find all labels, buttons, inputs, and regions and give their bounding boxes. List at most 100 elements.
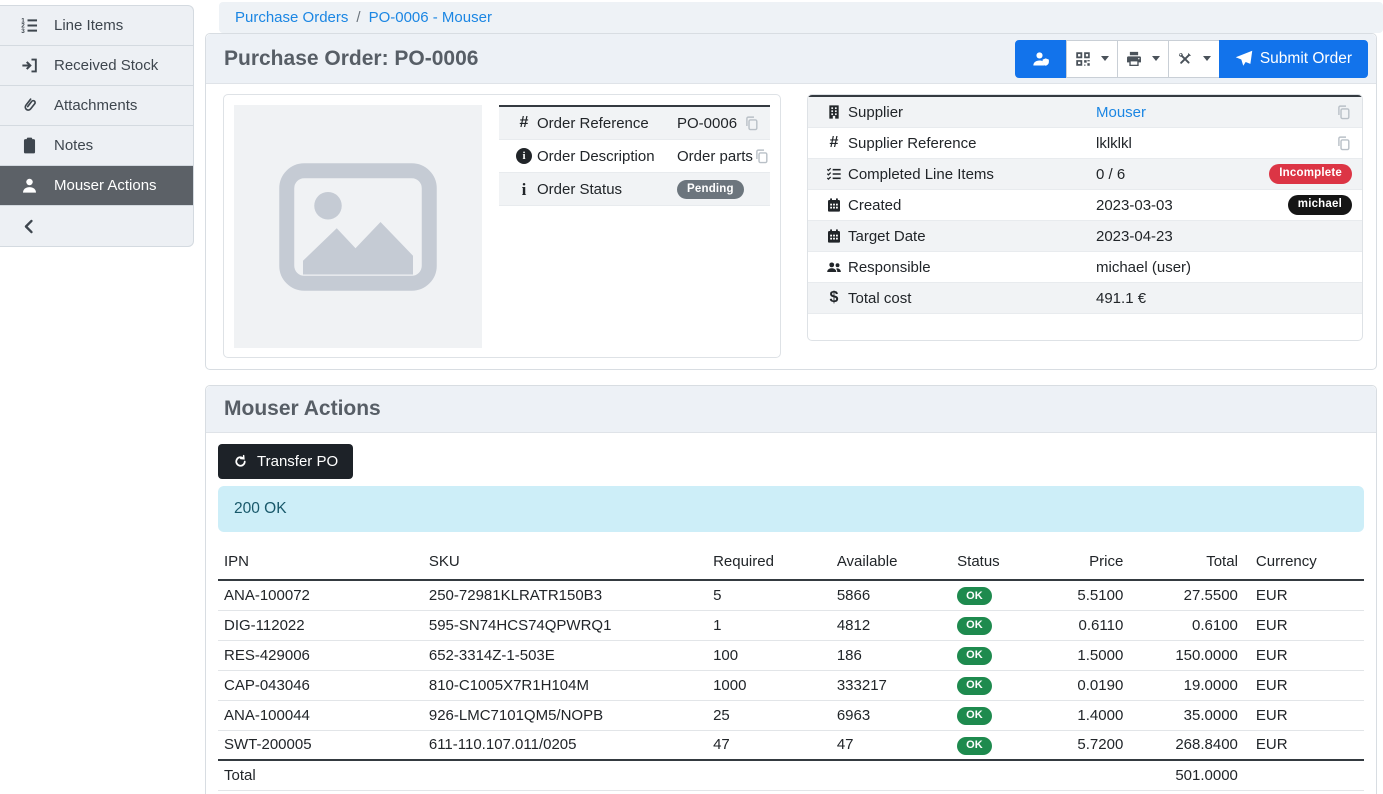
sidebar-item-received-stock[interactable]: Received Stock bbox=[0, 46, 193, 86]
order-toolbar: Submit Order bbox=[1015, 40, 1368, 78]
copy-icon[interactable] bbox=[743, 115, 760, 132]
footer-empty-cell bbox=[1238, 760, 1364, 790]
chevron-left-icon bbox=[19, 216, 39, 236]
page: 123Line ItemsReceived StockAttachmentsNo… bbox=[0, 0, 1383, 794]
detail-value: 0 / 6 bbox=[1096, 166, 1269, 183]
barcode-actions-button[interactable] bbox=[1066, 40, 1118, 78]
mouser-actions-panel: Mouser Actions Transfer PO 200 OK IPNSKU… bbox=[205, 385, 1377, 794]
paperclip-icon bbox=[19, 96, 39, 116]
table-row: CAP-043046810-C1005X7R1H104M1000333217OK… bbox=[218, 670, 1364, 700]
paper-plane-icon bbox=[1235, 50, 1253, 68]
cell-total: 19.0000 bbox=[1123, 670, 1238, 700]
mouser-actions-body: Transfer PO 200 OK IPNSKURequiredAvailab… bbox=[206, 433, 1376, 791]
cell-sku: 810-C1005X7R1H104M bbox=[429, 670, 713, 700]
column-header-available: Available bbox=[837, 550, 957, 580]
detail-row: Created2023-03-03michael bbox=[808, 190, 1362, 221]
calendar-icon bbox=[820, 197, 848, 213]
cell-required: 1 bbox=[713, 610, 837, 640]
cell-price: 0.6110 bbox=[1049, 610, 1123, 640]
detail-value: PO-0006 bbox=[677, 115, 743, 132]
table-row: DIG-112022595-SN74HCS74QPWRQ114812OK0.61… bbox=[218, 610, 1364, 640]
detail-row-extra bbox=[1335, 104, 1352, 121]
detail-value-link[interactable]: Mouser bbox=[1096, 104, 1335, 121]
order-summary-card: #Order ReferencePO-0006iOrder Descriptio… bbox=[223, 94, 781, 358]
column-header-total: Total bbox=[1123, 550, 1238, 580]
status-badge: OK bbox=[957, 737, 992, 755]
status-badge: OK bbox=[957, 647, 992, 665]
cell-sku: 595-SN74HCS74QPWRQ1 bbox=[429, 610, 713, 640]
clipboard-icon bbox=[19, 136, 39, 156]
caret-down-icon bbox=[1152, 56, 1160, 61]
detail-label: Responsible bbox=[848, 259, 1096, 276]
cell-required: 25 bbox=[713, 700, 837, 730]
detail-row: Target Date2023-04-23 bbox=[808, 221, 1362, 252]
cell-price: 1.4000 bbox=[1049, 700, 1123, 730]
table-row: RES-429006652-3314Z-1-503E100186OK1.5000… bbox=[218, 640, 1364, 670]
copy-icon[interactable] bbox=[1335, 104, 1352, 121]
cell-status: OK bbox=[957, 700, 1049, 730]
sidebar-item-line-items[interactable]: 123Line Items bbox=[0, 6, 193, 46]
panel-title: Mouser Actions bbox=[224, 397, 381, 421]
dollar-icon: $ bbox=[820, 290, 848, 306]
sign-in-icon bbox=[19, 56, 39, 76]
list-check-icon bbox=[820, 166, 848, 182]
detail-row: Responsiblemichael (user) bbox=[808, 252, 1362, 283]
footer-total-label: Total bbox=[218, 760, 1123, 790]
cell-status: OK bbox=[957, 670, 1049, 700]
cell-required: 100 bbox=[713, 640, 837, 670]
part-image-placeholder[interactable] bbox=[234, 105, 482, 348]
order-details-table: #Order ReferencePO-0006iOrder Descriptio… bbox=[499, 105, 770, 206]
detail-value: Order parts bbox=[677, 148, 753, 165]
detail-row-extra bbox=[753, 148, 770, 165]
detail-value: 2023-03-03 bbox=[1096, 197, 1288, 214]
detail-label: Created bbox=[848, 197, 1096, 214]
detail-row: #Order ReferencePO-0006 bbox=[499, 107, 770, 140]
user-icon bbox=[19, 176, 39, 196]
printer-icon bbox=[1125, 50, 1143, 68]
copy-icon[interactable] bbox=[1335, 135, 1352, 152]
column-header-status: Status bbox=[957, 550, 1049, 580]
copy-icon[interactable] bbox=[753, 148, 770, 165]
submit-order-button[interactable]: Submit Order bbox=[1219, 40, 1368, 78]
breadcrumb-link-purchase-orders[interactable]: Purchase Orders bbox=[235, 9, 348, 26]
status-badge: michael bbox=[1288, 195, 1352, 214]
cell-ipn: RES-429006 bbox=[218, 640, 429, 670]
print-actions-button[interactable] bbox=[1117, 40, 1169, 78]
transfer-po-button[interactable]: Transfer PO bbox=[218, 444, 353, 479]
purchase-order-panel-header: Purchase Order: PO-0006 bbox=[206, 34, 1376, 84]
detail-row-extra bbox=[743, 115, 760, 132]
qrcode-icon bbox=[1074, 50, 1092, 68]
status-badge: Incomplete bbox=[1269, 164, 1352, 183]
sidebar-item-attachments[interactable]: Attachments bbox=[0, 86, 193, 126]
detail-value: michael (user) bbox=[1096, 259, 1352, 276]
users-icon bbox=[820, 259, 848, 275]
detail-row: iOrder DescriptionOrder parts bbox=[499, 140, 770, 173]
sidebar-item-notes[interactable]: Notes bbox=[0, 126, 193, 166]
cell-ipn: ANA-100072 bbox=[218, 580, 429, 610]
cell-sku: 611-110.107.011/0205 bbox=[429, 730, 713, 760]
cell-currency: EUR bbox=[1238, 730, 1364, 760]
detail-label: Target Date bbox=[848, 228, 1096, 245]
status-badge: Pending bbox=[677, 180, 744, 199]
building-icon bbox=[820, 104, 848, 120]
cell-status: OK bbox=[957, 640, 1049, 670]
supplier-details-card: SupplierMouser#Supplier Referencelklklkl… bbox=[807, 94, 1363, 341]
detail-row-extra bbox=[1335, 135, 1352, 152]
breadcrumb-link-current[interactable]: PO-0006 - Mouser bbox=[369, 9, 492, 26]
detail-value: 491.1 € bbox=[1096, 290, 1352, 307]
caret-down-icon bbox=[1203, 56, 1211, 61]
cell-ipn: CAP-043046 bbox=[218, 670, 429, 700]
cell-ipn: SWT-200005 bbox=[218, 730, 429, 760]
cell-total: 27.5500 bbox=[1123, 580, 1238, 610]
order-actions-button[interactable] bbox=[1168, 40, 1220, 78]
sidebar-item-mouser-actions[interactable]: Mouser Actions bbox=[0, 166, 193, 206]
detail-label: Completed Line Items bbox=[848, 166, 1096, 183]
user-shield-icon bbox=[1032, 50, 1050, 68]
caret-down-icon bbox=[1101, 56, 1109, 61]
sidebar-collapse-button[interactable] bbox=[0, 206, 193, 246]
admin-button[interactable] bbox=[1015, 40, 1067, 78]
parts-table: IPNSKURequiredAvailableStatusPriceTotalC… bbox=[218, 550, 1364, 791]
cell-currency: EUR bbox=[1238, 700, 1364, 730]
cell-ipn: DIG-112022 bbox=[218, 610, 429, 640]
sidebar-item-label: Line Items bbox=[54, 17, 123, 34]
